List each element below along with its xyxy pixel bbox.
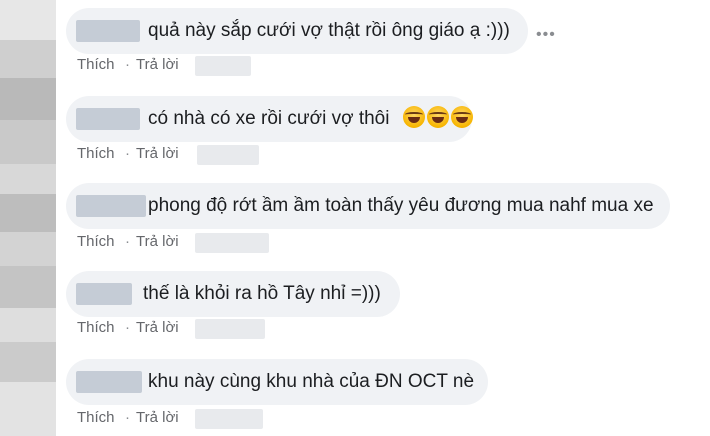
more-horizontal-icon[interactable]: ••• <box>536 26 556 44</box>
comment-text-content: có nhà có xe rồi cưới vợ thôi <box>148 108 390 129</box>
comment-text: khu này cùng khu nhà của ĐN OCT nè <box>148 371 475 392</box>
blurred-avatar-column <box>0 0 56 436</box>
comment-text: phong độ rớt ầm ầm toàn thấy yêu đương m… <box>148 195 654 216</box>
like-link[interactable]: Thích <box>77 233 115 250</box>
blurred-timestamp <box>195 319 265 339</box>
blurred-timestamp <box>195 233 269 253</box>
blurred-commenter-name[interactable] <box>76 108 140 130</box>
like-link[interactable]: Thích <box>77 145 115 162</box>
separator-dot: · <box>125 319 130 336</box>
blurred-commenter-name[interactable] <box>76 283 132 305</box>
blurred-timestamp <box>195 409 263 429</box>
laughing-tears-emoji <box>426 106 449 128</box>
comment-bubble: quả này sắp cưới vợ thật rồi ông giáo ạ … <box>66 8 528 54</box>
separator-dot: · <box>125 145 130 162</box>
blurred-timestamp <box>197 145 259 165</box>
like-link[interactable]: Thích <box>77 319 115 336</box>
separator-dot: · <box>125 233 130 250</box>
comment-text: quả này sắp cưới vợ thật rồi ông giáo ạ … <box>148 20 510 41</box>
comment-bubble: có nhà có xe rồi cưới vợ thôi <box>66 96 473 142</box>
separator-dot: · <box>125 409 130 426</box>
laughing-tears-emoji <box>402 106 425 128</box>
comment-bubble: khu này cùng khu nhà của ĐN OCT nè <box>66 359 488 405</box>
reply-link[interactable]: Trả lời <box>136 319 179 336</box>
blurred-timestamp <box>195 56 251 76</box>
separator-dot: · <box>125 56 130 73</box>
comment-text: có nhà có xe rồi cưới vợ thôi <box>148 96 473 142</box>
reply-link[interactable]: Trả lời <box>136 145 179 162</box>
blurred-commenter-name[interactable] <box>76 20 140 42</box>
reply-link[interactable]: Trả lời <box>136 409 179 426</box>
like-link[interactable]: Thích <box>77 409 115 426</box>
reply-link[interactable]: Trả lời <box>136 56 179 73</box>
comment-text: thế là khỏi ra hồ Tây nhỉ =))) <box>143 283 381 304</box>
blurred-commenter-name[interactable] <box>76 195 146 217</box>
laughing-tears-emoji <box>450 106 473 128</box>
reply-link[interactable]: Trả lời <box>136 233 179 250</box>
blurred-commenter-name[interactable] <box>76 371 142 393</box>
comment-bubble: thế là khỏi ra hồ Tây nhỉ =))) <box>66 271 400 317</box>
like-link[interactable]: Thích <box>77 56 115 73</box>
comment-bubble: phong độ rớt ầm ầm toàn thấy yêu đương m… <box>66 183 670 229</box>
